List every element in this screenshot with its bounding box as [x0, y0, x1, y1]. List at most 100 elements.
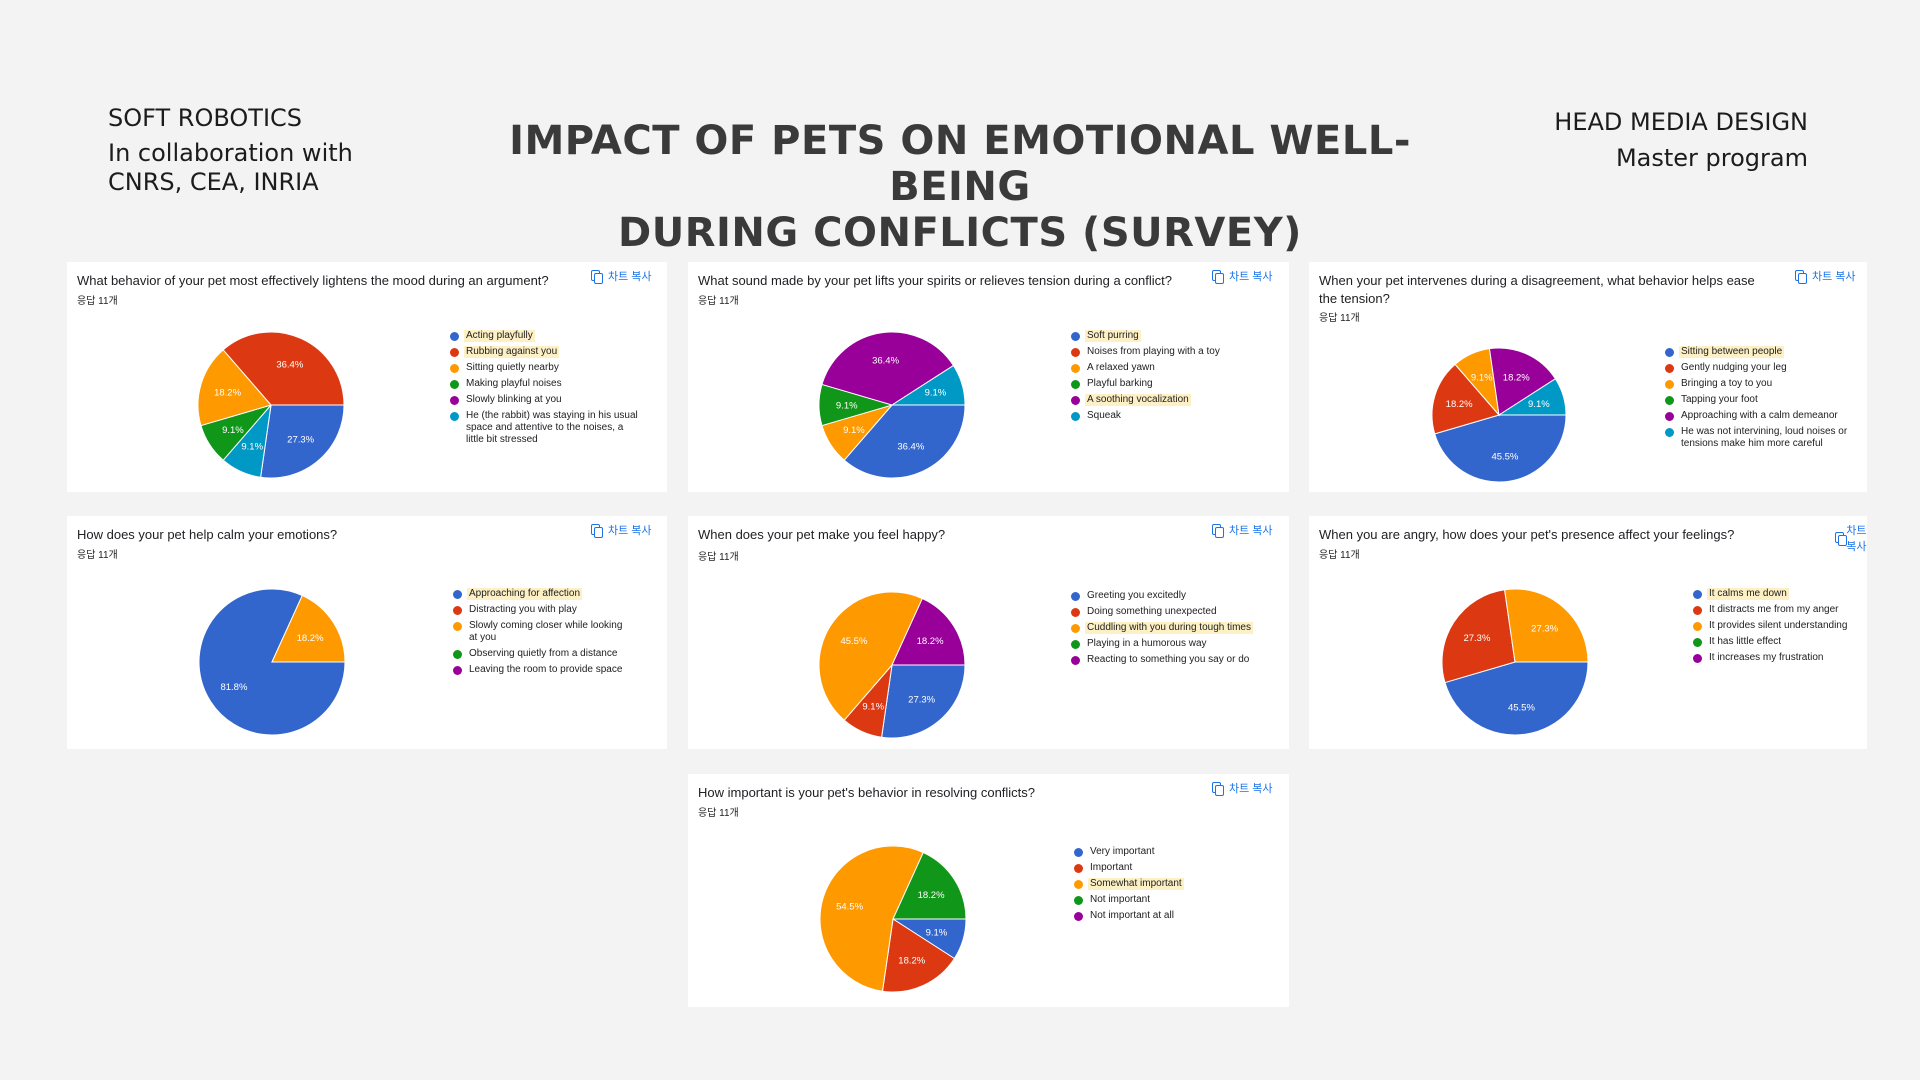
- legend-label: Tapping your foot: [1681, 394, 1758, 405]
- copy-icon: [1212, 523, 1224, 538]
- chart-question: What behavior of your pet most effective…: [77, 273, 549, 288]
- legend-item[interactable]: It has little effect: [1693, 636, 1867, 648]
- legend-item[interactable]: Somewhat important: [1074, 878, 1244, 890]
- legend-label: Approaching for affection: [467, 588, 583, 600]
- legend-item[interactable]: Distracting you with play: [453, 604, 633, 616]
- copy-chart-button[interactable]: 차트 복사: [1212, 780, 1273, 796]
- slice-label: 54.5%: [836, 902, 863, 913]
- legend-item[interactable]: Observing quietly from a distance: [453, 648, 633, 660]
- legend-label: A soothing vocalization: [1085, 394, 1191, 406]
- slice-label: 45.5%: [1491, 452, 1518, 463]
- legend-item[interactable]: Noises from playing with a toy: [1071, 346, 1263, 358]
- copy-chart-label: 차트 복사: [608, 271, 652, 283]
- legend-swatch: [450, 331, 459, 341]
- slice-label: 27.3%: [1531, 623, 1558, 634]
- chart-legend: Sitting between people Gently nudging you…: [1665, 346, 1855, 454]
- legend-item[interactable]: Slowly coming closer while looking at yo…: [453, 620, 633, 644]
- legend-item[interactable]: Reacting to something you say or do: [1071, 654, 1271, 666]
- legend-item[interactable]: Playing in a humorous way: [1071, 638, 1271, 650]
- legend-swatch: [1071, 331, 1080, 341]
- legend-item[interactable]: Approaching for affection: [453, 588, 633, 600]
- slice-label: 18.2%: [918, 890, 945, 901]
- legend-item[interactable]: Sitting quietly nearby: [450, 362, 642, 374]
- slice-label: 9.1%: [926, 927, 948, 938]
- legend-item[interactable]: It increases my frustration: [1693, 652, 1867, 664]
- legend-item[interactable]: He (the rabbit) was staying in his usual…: [450, 410, 642, 446]
- pie-chart: 45.5% 27.3% 27.3%: [1441, 588, 1589, 736]
- legend-swatch: [1665, 347, 1674, 357]
- legend-item[interactable]: It provides silent understanding: [1693, 620, 1867, 632]
- legend-item[interactable]: Greeting you excitedly: [1071, 590, 1271, 602]
- slice-label: 9.1%: [1471, 373, 1493, 384]
- copy-chart-button[interactable]: 차트 복사: [1212, 522, 1273, 538]
- header-right: HEAD MEDIA DESIGN Master program: [1554, 104, 1808, 176]
- legend-swatch: [453, 649, 462, 659]
- legend-item[interactable]: Doing something unexpected: [1071, 606, 1271, 618]
- legend-item[interactable]: Important: [1074, 862, 1244, 874]
- legend-item[interactable]: A soothing vocalization: [1071, 394, 1263, 406]
- slice-label: 27.3%: [1463, 633, 1490, 644]
- legend-item[interactable]: Cuddling with you during tough times: [1071, 622, 1271, 634]
- legend-swatch: [1665, 379, 1674, 389]
- slice-label: 36.4%: [276, 359, 303, 370]
- copy-chart-label: 차트 복사: [1229, 271, 1273, 283]
- legend-item[interactable]: Gently nudging your leg: [1665, 362, 1855, 374]
- legend-swatch: [453, 621, 462, 631]
- copy-icon: [1795, 269, 1807, 284]
- legend-item[interactable]: Leaving the room to provide space: [453, 664, 633, 676]
- legend-label: Noises from playing with a toy: [1087, 346, 1220, 357]
- copy-chart-button[interactable]: 차트 복사: [591, 268, 652, 284]
- legend-item[interactable]: Squeak: [1071, 410, 1263, 422]
- legend-swatch: [1071, 639, 1080, 649]
- legend-swatch: [1071, 607, 1080, 617]
- slice-label: 36.4%: [872, 356, 899, 367]
- legend-item[interactable]: Bringing a toy to you: [1665, 378, 1855, 390]
- legend-label: It has little effect: [1709, 636, 1782, 647]
- copy-chart-label: 차트 복사: [608, 525, 652, 537]
- copy-chart-button[interactable]: 차트 복사: [1835, 522, 1867, 554]
- legend-swatch: [1071, 347, 1080, 357]
- copy-chart-button[interactable]: 차트 복사: [1212, 268, 1273, 284]
- slice-label: 9.1%: [862, 702, 884, 713]
- legend-label: Sitting between people: [1679, 346, 1785, 358]
- legend-item[interactable]: Acting playfully: [450, 330, 642, 342]
- copy-chart-button[interactable]: 차트 복사: [591, 522, 652, 538]
- response-count: 응답 11개: [698, 296, 739, 307]
- pie-chart: 27.3% 9.1% 45.5% 18.2%: [818, 591, 966, 739]
- response-count: 응답 11개: [77, 550, 118, 561]
- legend-item[interactable]: A relaxed yawn: [1071, 362, 1263, 374]
- legend-swatch: [453, 665, 462, 675]
- legend-item[interactable]: Not important at all: [1074, 910, 1244, 922]
- legend-item[interactable]: He was not intervining, loud noises or t…: [1665, 426, 1855, 450]
- slice-label: 9.1%: [925, 388, 947, 399]
- legend-label: Greeting you excitedly: [1087, 590, 1186, 601]
- legend-item[interactable]: Soft purring: [1071, 330, 1263, 342]
- pie-chart: 27.3% 9.1% 9.1% 18.2% 36.4%: [197, 331, 345, 479]
- legend-swatch: [1071, 591, 1080, 601]
- legend-swatch: [1693, 605, 1702, 615]
- slice-label: 36.4%: [897, 442, 924, 453]
- legend-item[interactable]: Very important: [1074, 846, 1244, 858]
- slice-label: 27.3%: [908, 695, 935, 706]
- legend-label: Reacting to something you say or do: [1087, 654, 1250, 665]
- legend-item[interactable]: It calms me down: [1693, 588, 1867, 600]
- legend-item[interactable]: Rubbing against you: [450, 346, 642, 358]
- legend-item[interactable]: Making playful noises: [450, 378, 642, 390]
- legend-label: Soft purring: [1085, 330, 1141, 342]
- legend-item[interactable]: Not important: [1074, 894, 1244, 906]
- legend-label: Squeak: [1087, 410, 1121, 421]
- legend-item[interactable]: Sitting between people: [1665, 346, 1855, 358]
- legend-swatch: [1071, 395, 1080, 405]
- chart-question: How important is your pet's behavior in …: [698, 785, 1036, 800]
- header-org: SOFT ROBOTICS: [108, 104, 303, 132]
- legend-item[interactable]: Playful barking: [1071, 378, 1263, 390]
- copy-chart-button[interactable]: 차트 복사: [1795, 268, 1856, 284]
- legend-item[interactable]: Approaching with a calm demeanor: [1665, 410, 1855, 422]
- legend-item[interactable]: Tapping your foot: [1665, 394, 1855, 406]
- chart-legend: Approaching for affection Distracting you…: [453, 588, 633, 680]
- legend-item[interactable]: It distracts me from my anger: [1693, 604, 1867, 616]
- slice-label: 81.8%: [220, 682, 247, 693]
- chart-card: When you are angry, how does your pet's …: [1309, 516, 1867, 749]
- header-partners: CNRS, CEA, INRIA: [108, 168, 319, 196]
- legend-item[interactable]: Slowly blinking at you: [450, 394, 642, 406]
